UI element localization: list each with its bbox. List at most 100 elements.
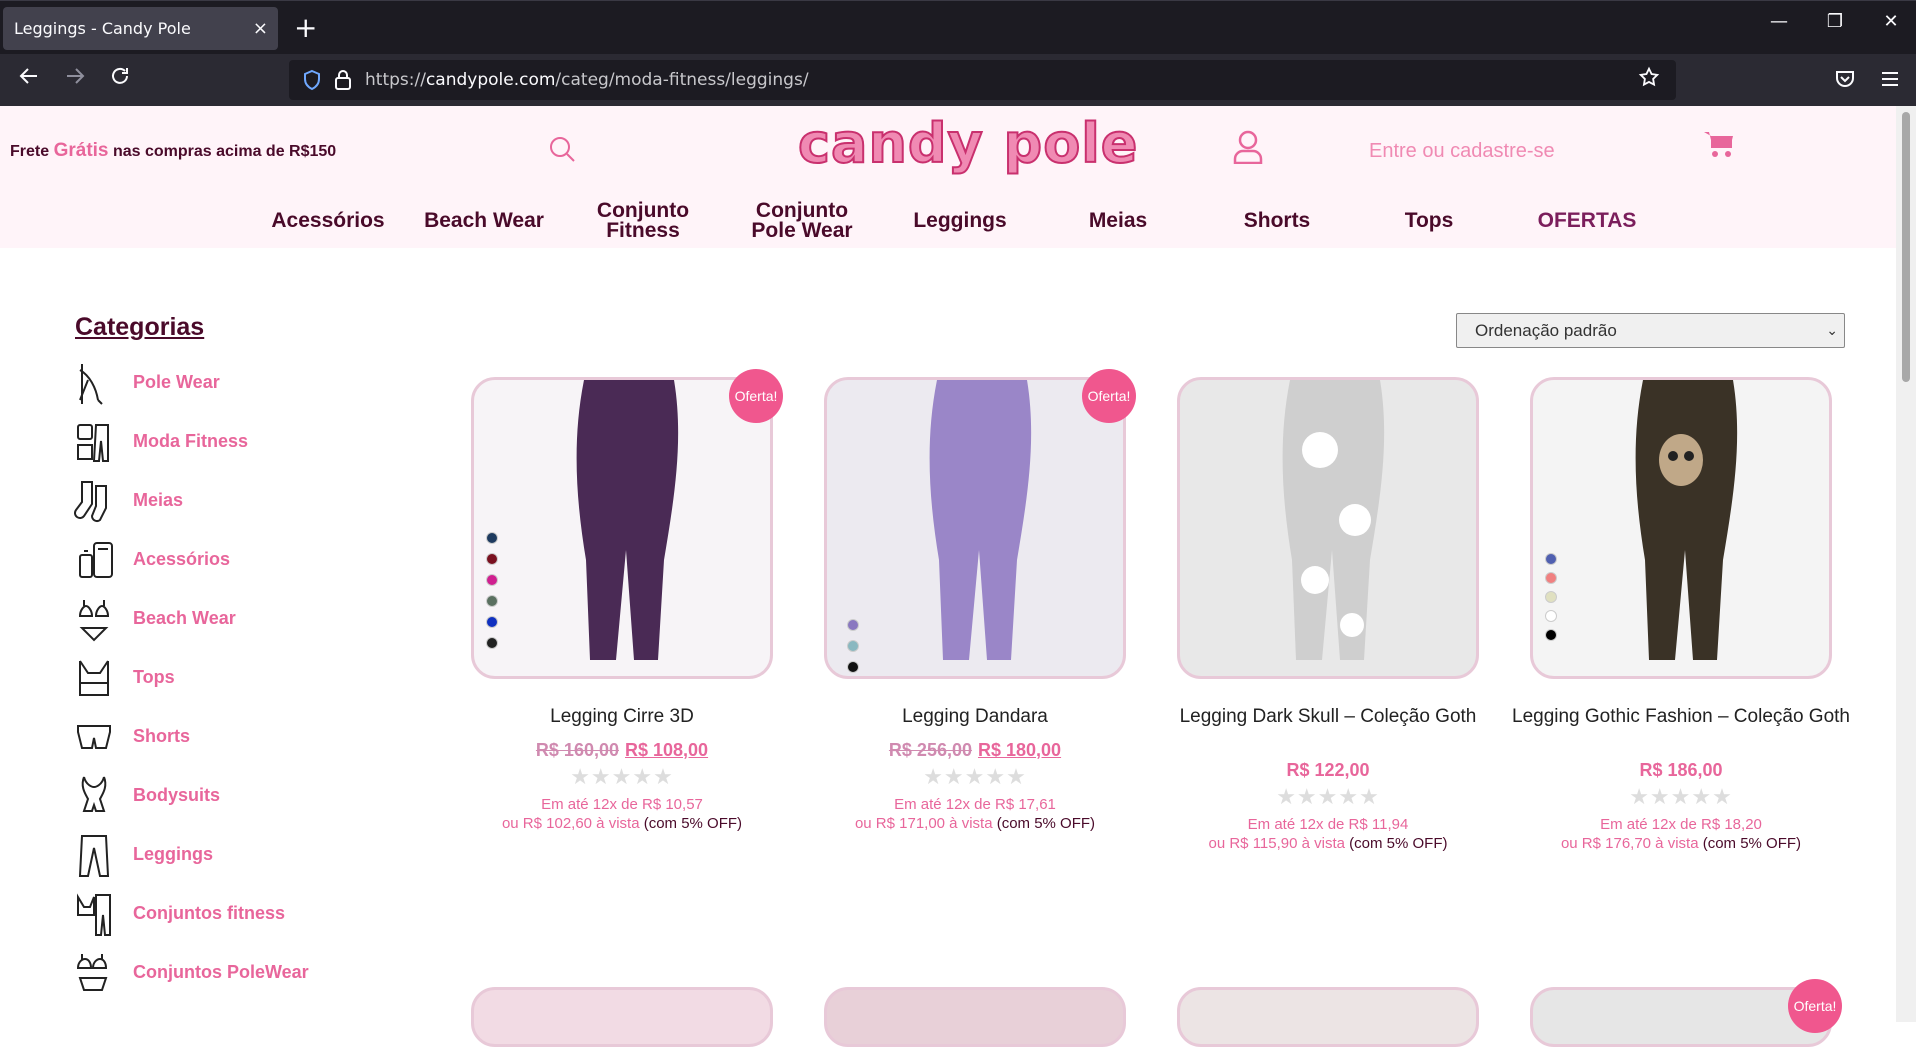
menu-item-beach-wear[interactable]: Beach Wear (418, 210, 550, 231)
color-swatch[interactable] (486, 616, 498, 628)
menu-item-ofertas[interactable]: OFERTAS (1522, 210, 1652, 231)
product-price: R$ 160,00 R$ 108,00 (471, 740, 773, 761)
product-name[interactable]: Legging Gothic Fashion – Coleção Goth (1510, 706, 1852, 727)
shorts-icon (77, 725, 111, 749)
close-window-icon[interactable]: ✕ (1876, 11, 1906, 32)
bookmark-star-icon[interactable] (1638, 66, 1660, 88)
site-logo[interactable]: candy pole (797, 111, 1138, 176)
product-image[interactable] (471, 987, 773, 1047)
product-price: R$ 186,00 (1530, 760, 1832, 781)
product-image[interactable] (1177, 377, 1479, 679)
color-swatch[interactable] (847, 619, 859, 631)
color-swatch[interactable] (486, 553, 498, 565)
category-leggings[interactable]: Leggings (74, 832, 394, 880)
product-name[interactable]: Legging Dark Skull – Coleção Goth (1157, 706, 1499, 727)
pocket-icon[interactable] (1834, 68, 1856, 90)
accessories-icon (79, 542, 113, 578)
url-text[interactable]: https://candypole.com/categ/moda-fitness… (365, 60, 809, 100)
product-name[interactable]: Legging Cirre 3D (451, 706, 793, 727)
free-shipping-banner: Frete Grátis nas compras acima de R$150 (10, 140, 337, 161)
app-menu-icon[interactable] (1880, 69, 1900, 89)
installments-text: Em até 12x de R$ 18,20 (1600, 816, 1762, 833)
shield-icon[interactable] (301, 69, 323, 91)
rating-stars: ★★★★★ (923, 765, 1027, 790)
color-swatch[interactable] (1545, 610, 1557, 622)
login-link[interactable]: Entre ou cadastre-se (1369, 140, 1555, 163)
scrollbar-thumb[interactable] (1902, 112, 1910, 382)
product-image[interactable] (1530, 377, 1832, 679)
category-meias[interactable]: Meias (74, 478, 394, 526)
user-icon[interactable] (1233, 130, 1263, 164)
menu-item-leggings[interactable]: Leggings (900, 210, 1020, 231)
pole-wear-icon (79, 364, 103, 405)
category-label: Conjuntos PoleWear (133, 962, 309, 982)
reload-icon[interactable] (103, 64, 137, 96)
menu-item-conjunto-fitness[interactable]: Conjunto Fitness (585, 200, 701, 241)
url-bar[interactable]: https://candypole.com/categ/moda-fitness… (289, 60, 1676, 100)
menu-item-tops[interactable]: Tops (1369, 210, 1489, 231)
back-icon[interactable] (12, 64, 46, 96)
installments-text: Em até 12x de R$ 17,61 (894, 796, 1056, 813)
category-pole-wear[interactable]: Pole Wear (74, 360, 394, 408)
tab-title: Leggings - Candy Pole (14, 19, 191, 38)
category-conjuntos-polewear[interactable]: Conjuntos PoleWear (74, 950, 394, 998)
product-image[interactable] (471, 377, 773, 679)
leggings-photo (576, 380, 679, 660)
installments-info: Em até 12x de R$ 18,20 ou R$ 176,70 à vis… (1510, 815, 1852, 853)
leggings-icon (78, 835, 110, 877)
category-conjuntos-fitness[interactable]: Conjuntos fitness (74, 891, 394, 939)
sort-select[interactable]: Ordenação padrão ⌄ (1456, 313, 1845, 348)
restore-icon[interactable]: ❐ (1820, 11, 1850, 32)
menu-item-acessorios[interactable]: Acessórios (268, 210, 388, 231)
color-swatch[interactable] (486, 637, 498, 649)
category-label: Conjuntos fitness (133, 903, 285, 923)
leggings-photo (1635, 380, 1738, 660)
cash-price: ou R$ 171,00 à vista (854, 815, 993, 832)
color-swatch[interactable] (1545, 629, 1557, 641)
new-tab-button[interactable]: + (294, 9, 317, 47)
color-swatch[interactable] (486, 574, 498, 586)
color-swatch[interactable] (847, 661, 859, 673)
main-menu: Acessórios Beach Wear Conjunto Fitness C… (0, 194, 1896, 248)
search-icon[interactable] (549, 136, 575, 162)
color-swatch[interactable] (486, 595, 498, 607)
current-price: R$ 186,00 (1639, 760, 1723, 780)
category-shorts[interactable]: Shorts (74, 714, 394, 762)
minimize-icon[interactable]: — (1764, 11, 1794, 32)
category-bodysuits[interactable]: Bodysuits (74, 773, 394, 821)
site-header: Frete Grátis nas compras acima de R$150 … (0, 106, 1896, 248)
menu-item-shorts[interactable]: Shorts (1217, 210, 1337, 231)
tab-close-icon[interactable]: × (253, 7, 268, 50)
color-swatch[interactable] (486, 532, 498, 544)
category-tops[interactable]: Tops (74, 655, 394, 703)
color-swatch[interactable] (1545, 591, 1557, 603)
product-image[interactable] (1530, 987, 1832, 1047)
bodysuit-icon (81, 776, 107, 812)
browser-tab[interactable]: Leggings - Candy Pole × (3, 7, 278, 50)
category-moda-fitness[interactable]: Moda Fitness (74, 419, 394, 467)
installments-info: Em até 12x de R$ 11,94 ou R$ 115,90 à vis… (1157, 815, 1499, 853)
forward-icon[interactable] (58, 64, 92, 96)
category-beach-wear[interactable]: Beach Wear (74, 596, 394, 644)
color-swatch[interactable] (1545, 553, 1557, 565)
color-swatch[interactable] (847, 640, 859, 652)
product-name[interactable]: Legging Dandara (804, 706, 1146, 727)
fitness-icon (77, 424, 109, 462)
leggings-photo (1282, 380, 1385, 660)
product-image[interactable] (824, 987, 1126, 1047)
menu-item-meias[interactable]: Meias (1058, 210, 1178, 231)
category-label: Shorts (133, 726, 191, 746)
product-image[interactable] (824, 377, 1126, 679)
cart-icon[interactable] (1703, 130, 1735, 158)
product-image[interactable] (1177, 987, 1479, 1047)
color-swatch[interactable] (1545, 572, 1557, 584)
category-acess-rios[interactable]: Acessórios (74, 537, 394, 585)
lock-icon[interactable] (333, 69, 353, 91)
menu-item-conjunto-pole-wear[interactable]: Conjunto Pole Wear (740, 200, 864, 241)
chevron-down-icon: ⌄ (1826, 322, 1838, 338)
old-price: R$ 160,00 (535, 740, 619, 760)
category-label: Tops (133, 667, 175, 687)
installments-info: Em até 12x de R$ 17,61 ou R$ 171,00 à vis… (804, 795, 1146, 833)
browser-tab-bar: Leggings - Candy Pole × + — ❐ ✕ (0, 0, 1916, 54)
page-scrollbar[interactable] (1896, 106, 1916, 1022)
